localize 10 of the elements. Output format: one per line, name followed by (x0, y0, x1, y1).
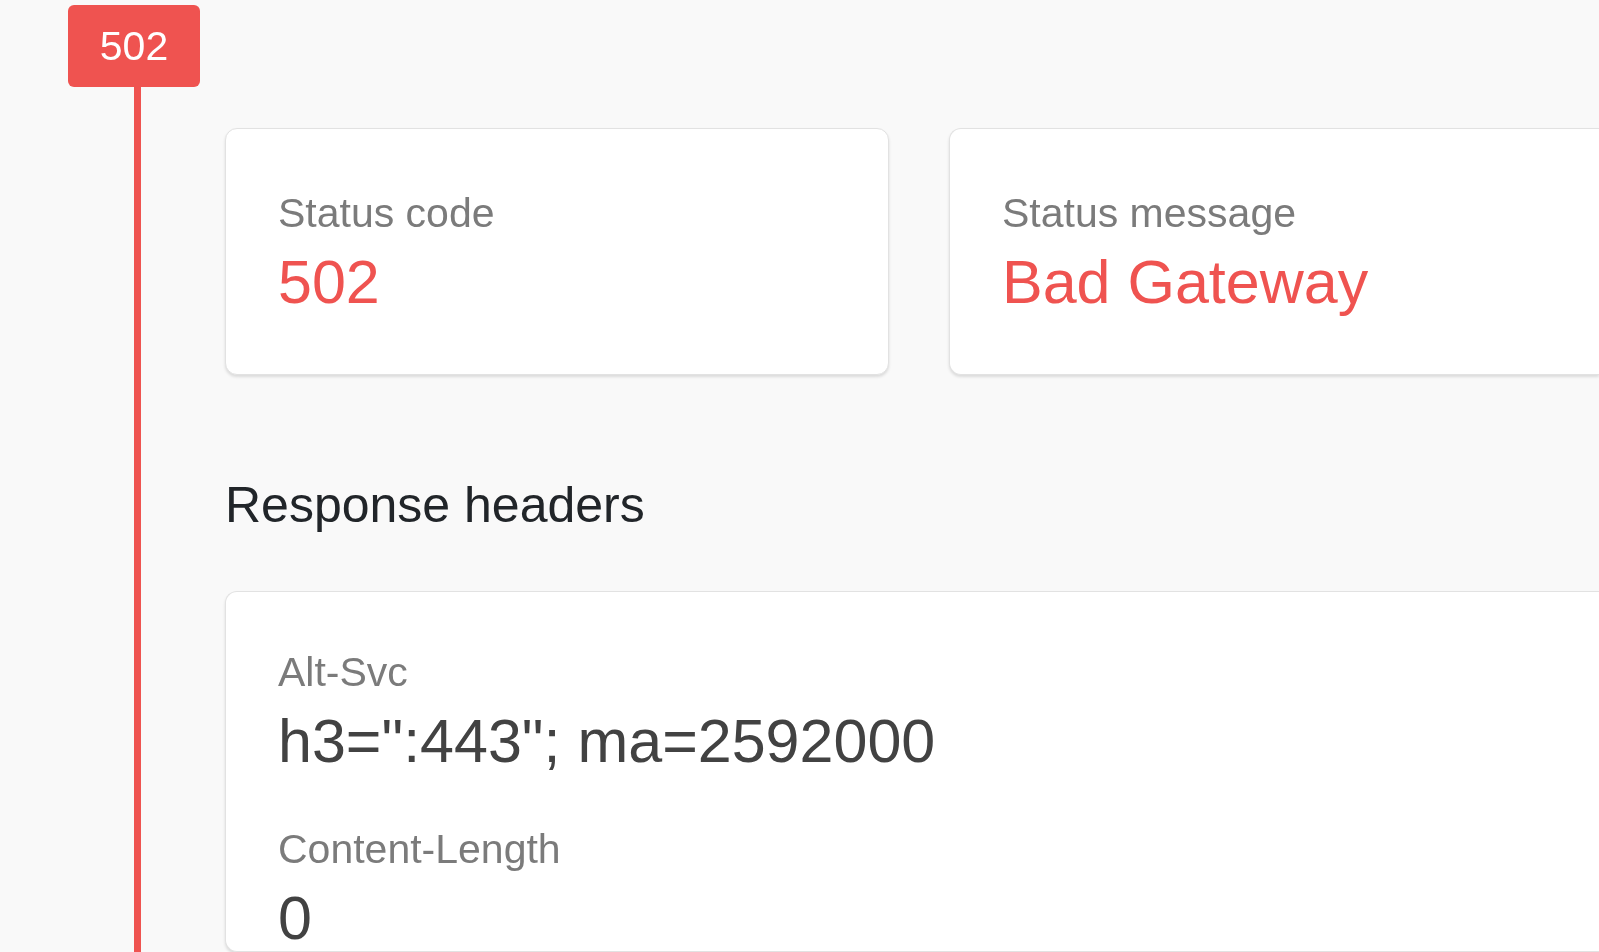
header-value: h3=":443"; ma=2592000 (278, 709, 937, 773)
header-value: 0 (278, 886, 313, 950)
section-title: Response headers (225, 476, 646, 535)
field-value: 502 (278, 250, 381, 314)
field-label: Status message (1002, 189, 1297, 237)
field-label: Status code (278, 189, 496, 237)
header-name: Content-Length (278, 825, 562, 873)
field-value: Bad Gateway (1002, 250, 1370, 314)
header-name: Alt-Svc (278, 648, 409, 696)
status-badge: 502 (68, 5, 200, 87)
